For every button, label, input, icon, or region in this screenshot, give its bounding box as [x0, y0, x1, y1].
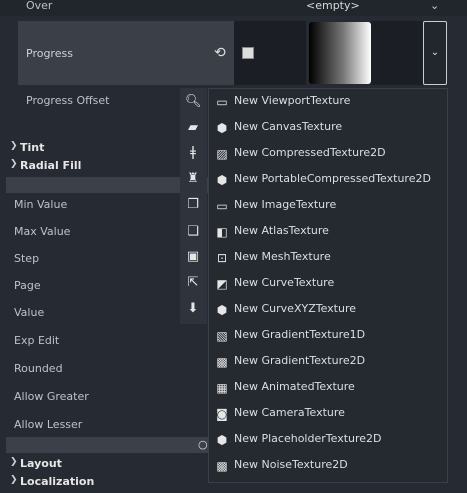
gradient-texture-1d-icon: ▧ — [216, 329, 228, 343]
menu-item-new-curve-xyz-texture[interactable]: ⬢ New CurveXYZTexture — [209, 297, 447, 323]
control-section-header[interactable] — [6, 437, 211, 453]
step-label: Step — [14, 252, 40, 265]
gradient-texture-icon — [242, 47, 254, 59]
chevron-right-icon: ❯ — [10, 141, 18, 151]
show-in-filesystem-icon[interactable]: ⬇ — [185, 301, 201, 317]
section-tint[interactable]: ❯ Tint — [0, 141, 210, 155]
save-icon[interactable]: ▣ — [185, 249, 201, 265]
search-icon[interactable]: 🔍︎ — [185, 94, 202, 110]
progress-property-row: Progress ⟲ — [18, 21, 234, 85]
menu-item-new-animated-texture[interactable]: ▦ New AnimatedTexture — [209, 375, 447, 401]
image-texture-icon: ▭ — [216, 199, 228, 213]
value-label: Value — [14, 306, 45, 319]
texture-resource-slot[interactable] — [234, 21, 306, 85]
chevron-down-icon[interactable]: ⌄ — [430, 0, 439, 12]
section-localization[interactable]: ❯ Localization — [0, 475, 210, 489]
menu-item-new-gradient-texture-1d[interactable]: ▧ New GradientTexture1D — [209, 323, 447, 349]
pipette-icon[interactable]: ǂ — [185, 145, 201, 161]
paste-icon[interactable]: ❏ — [185, 224, 201, 240]
progress-label: Progress — [26, 47, 73, 60]
over-label: Over — [26, 0, 53, 12]
over-property-row[interactable]: Over <empty> ⌄ — [0, 0, 467, 16]
viewport-texture-icon: ▭ — [216, 95, 228, 109]
menu-item-new-compressed-texture-2d[interactable]: ▨ New CompressedTexture2D — [209, 141, 447, 167]
allow-lesser-label: Allow Lesser — [14, 418, 83, 431]
canvas-texture-icon: ⬢ — [216, 121, 228, 135]
mesh-texture-icon: ⊡ — [216, 251, 228, 265]
menu-item-new-image-texture[interactable]: ▭ New ImageTexture — [209, 193, 447, 219]
resource-action-toolstrip: 🔍︎ ▰ ǂ ♜ ❐ ❏ ▣ ⇱ ⬇ — [180, 88, 207, 324]
menu-item-new-viewport-texture[interactable]: ▭ New ViewportTexture — [209, 89, 447, 115]
make-unique-icon[interactable]: ⇱ — [185, 275, 201, 291]
placeholder-texture-icon: ⬢ — [216, 433, 228, 447]
new-texture-menu: ▭ New ViewportTexture ⬢ New CanvasTextur… — [208, 88, 448, 483]
page-label: Page — [14, 279, 41, 292]
folder-open-icon[interactable]: ▰ — [185, 120, 201, 136]
compressed-texture-icon: ▨ — [216, 147, 228, 161]
menu-item-new-mesh-texture[interactable]: ⊡ New MeshTexture — [209, 245, 447, 271]
portable-compressed-texture-icon: ⬢ — [216, 173, 228, 187]
menu-item-new-noise-texture-2d[interactable]: ▩ New NoiseTexture2D — [209, 453, 447, 479]
chevron-right-icon: ❯ — [10, 475, 18, 485]
chevron-right-icon: ❯ — [10, 457, 18, 467]
menu-item-new-canvas-texture[interactable]: ⬢ New CanvasTexture — [209, 115, 447, 141]
texture-resource-slot-right[interactable] — [371, 21, 423, 85]
chevron-down-icon: ⌄ — [430, 47, 440, 58]
atlas-texture-icon: ◧ — [216, 225, 228, 239]
resource-dropdown-button[interactable]: ⌄ — [423, 21, 447, 85]
max-value-label: Max Value — [14, 225, 71, 238]
min-value-label: Min Value — [14, 198, 68, 211]
texture-preview[interactable] — [309, 22, 371, 84]
section-layout[interactable]: ❯ Layout — [0, 457, 210, 471]
menu-item-new-curve-texture[interactable]: ◩ New CurveTexture — [209, 271, 447, 297]
chevron-right-icon: ❯ — [10, 159, 18, 169]
noise-texture-icon: ▩ — [216, 459, 228, 473]
gradient-texture-2d-icon: ▩ — [216, 355, 228, 369]
menu-item-new-camera-texture[interactable]: ◙ New CameraTexture — [209, 401, 447, 427]
over-value[interactable]: <empty> — [306, 0, 360, 12]
camera-texture-icon: ◙ — [216, 407, 228, 421]
rounded-label: Rounded — [14, 362, 63, 375]
allow-greater-label: Allow Greater — [14, 390, 89, 403]
brush-clear-icon[interactable]: ♜ — [185, 171, 201, 187]
curve-xyz-texture-icon: ⬢ — [216, 303, 228, 317]
section-radial-fill[interactable]: ❯ Radial Fill — [0, 159, 210, 173]
curve-texture-icon: ◩ — [216, 277, 228, 291]
menu-item-new-portable-compressed-texture-2d[interactable]: ⬢ New PortableCompressedTexture2D — [209, 167, 447, 193]
exp-edit-label: Exp Edit — [14, 334, 60, 347]
revert-icon[interactable]: ⟲ — [214, 45, 230, 61]
menu-item-new-atlas-texture[interactable]: ◧ New AtlasTexture — [209, 219, 447, 245]
progress-offset-label: Progress Offset — [26, 94, 110, 107]
animated-texture-icon: ▦ — [216, 381, 228, 395]
menu-item-new-gradient-texture-2d[interactable]: ▩ New GradientTexture2D — [209, 349, 447, 375]
menu-item-new-placeholder-texture-2d[interactable]: ⬢ New PlaceholderTexture2D — [209, 427, 447, 453]
copy-icon[interactable]: ❐ — [185, 197, 201, 213]
